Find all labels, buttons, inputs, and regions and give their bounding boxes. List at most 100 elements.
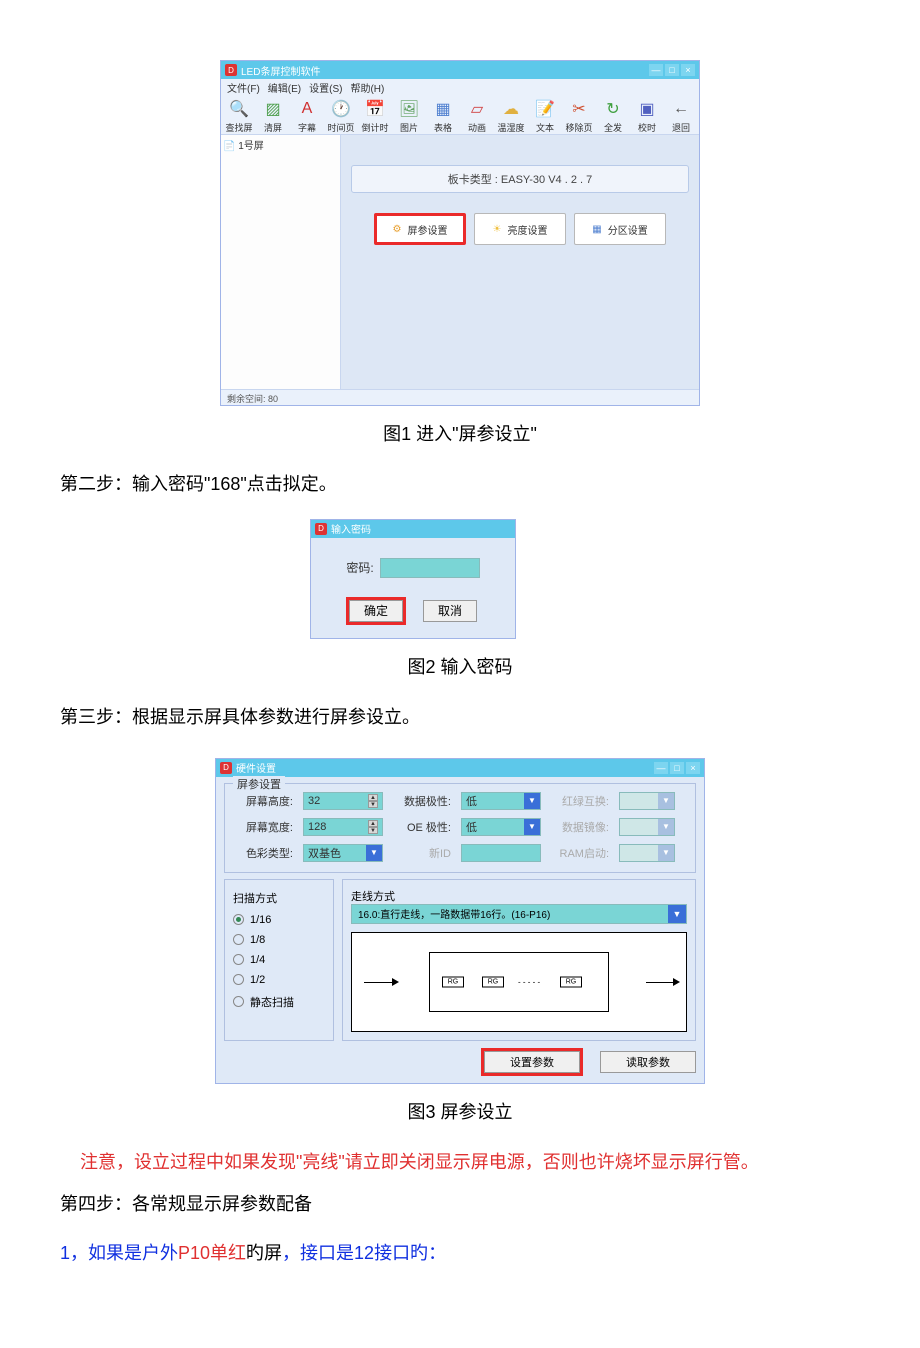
scan-radio-1-8[interactable]: 1/8 [233, 934, 325, 946]
step4-note: 1，如果是户外P10单红旳屏，接口是12接口旳： [60, 1239, 860, 1268]
figure2-caption: 图2 输入密码 [60, 653, 860, 679]
spin-down-icon[interactable]: ▼ [368, 801, 378, 808]
radio-dot-icon [233, 914, 244, 925]
mirror-select: ▼ [619, 818, 675, 836]
step3-text: 第三步：根据显示屏具体参数进行屏参设立。 [60, 703, 860, 732]
newid-label: 新ID [393, 845, 451, 861]
cancel-button[interactable]: 取消 [423, 600, 477, 622]
spin-up-icon[interactable]: ▲ [368, 794, 378, 801]
toolbar-icon: ← [669, 97, 693, 121]
gear-icon: ⚙ [393, 224, 402, 235]
toolbar-button-9[interactable]: 📝文本 [529, 97, 561, 134]
width-input[interactable]: 128 ▲▼ [303, 818, 383, 836]
toolbar-icon: ☁ [499, 97, 523, 121]
toolbar-icon: ↻ [601, 97, 625, 121]
toolbar-icon: ✂ [567, 97, 591, 121]
menu-settings[interactable]: 设置(S) [309, 80, 342, 95]
menu-help[interactable]: 帮助(H) [350, 80, 384, 95]
spin-up-icon[interactable]: ▲ [368, 820, 378, 827]
step4-text: 第四步：各常规显示屏参数配备 [60, 1190, 860, 1219]
chevron-down-icon[interactable]: ▼ [668, 905, 686, 923]
route-select[interactable]: 16.0:直行走线，一路数据带16行。(16-P16) ▼ [351, 904, 687, 924]
password-label: 密码: [346, 559, 373, 576]
toolbar-button-11[interactable]: ↻全发 [597, 97, 629, 134]
board-type-label: 板卡类型 : EASY-30 V4 . 2 . 7 [351, 165, 689, 193]
toolbar-button-3[interactable]: 🕐时间页 [325, 97, 357, 134]
radio-dot-icon [233, 974, 244, 985]
tree-item[interactable]: 📄 1号屏 [223, 141, 264, 152]
rg-box: RG [560, 976, 582, 987]
scan-radio-1-4[interactable]: 1/4 [233, 954, 325, 966]
area-button[interactable]: ▦ 分区设置 [574, 213, 666, 245]
datapol-select[interactable]: 低 ▼ [461, 792, 541, 810]
rgswap-label: 红绿互换: [551, 793, 609, 809]
pwd-title: 输入密码 [331, 521, 371, 536]
grid-icon: ▦ [592, 224, 601, 235]
read-params-button[interactable]: 读取参数 [600, 1051, 696, 1073]
toolbar-button-13[interactable]: ←退回 [665, 97, 697, 134]
maximize-button[interactable]: □ [670, 762, 684, 774]
status-bar: 剩余空间: 80 [221, 389, 699, 405]
toolbar-button-6[interactable]: ▦表格 [427, 97, 459, 134]
scan-radio-静态扫描[interactable]: 静态扫描 [233, 994, 325, 1010]
maximize-button[interactable]: □ [665, 64, 679, 76]
toolbar-button-4[interactable]: 📅倒计时 [359, 97, 391, 134]
rgswap-select: ▼ [619, 792, 675, 810]
menu-file[interactable]: 文件(F) [227, 80, 260, 95]
ram-select: ▼ [619, 844, 675, 862]
chevron-down-icon: ▼ [658, 819, 674, 835]
route-diagram: RG RG - - - - - RG [351, 932, 687, 1032]
close-button[interactable]: × [681, 64, 695, 76]
param-fieldset: 屏参设置 屏幕高度: 32 ▲▼ 数据极性: 低 ▼ 红绿互换: ▼ 屏幕宽度: [224, 783, 696, 873]
pwd-titlebar: D 输入密码 [311, 520, 515, 538]
toolbar-button-8[interactable]: ☁温湿度 [495, 97, 527, 134]
scan-fieldset: 扫描方式 1/161/81/41/2静态扫描 [224, 879, 334, 1041]
color-label: 色彩类型: [235, 845, 293, 861]
close-button[interactable]: × [686, 762, 700, 774]
minimize-button[interactable]: — [649, 64, 663, 76]
chevron-down-icon[interactable]: ▼ [524, 819, 540, 835]
color-select[interactable]: 双基色 ▼ [303, 844, 383, 862]
scan-radio-1-16[interactable]: 1/16 [233, 914, 325, 926]
rg-box: RG [442, 976, 464, 987]
toolbar-icon: 🖼 [397, 97, 421, 121]
main-panel: 板卡类型 : EASY-30 V4 . 2 . 7 ⚙ 屏参设置 ☀ 亮度设置 … [341, 135, 699, 389]
toolbar-button-5[interactable]: 🖼图片 [393, 97, 425, 134]
radio-dot-icon [233, 996, 244, 1007]
toolbar-button-2[interactable]: A字幕 [291, 97, 323, 134]
set-params-button[interactable]: 设置参数 [484, 1051, 580, 1073]
oe-select[interactable]: 低 ▼ [461, 818, 541, 836]
newid-input [461, 844, 541, 862]
chevron-down-icon[interactable]: ▼ [366, 845, 382, 861]
brightness-button[interactable]: ☀ 亮度设置 [474, 213, 566, 245]
ram-label: RAM启动: [551, 845, 609, 861]
datapol-label: 数据极性: [393, 793, 451, 809]
hardware-dialog: D 硬件设置 — □ × 屏参设置 屏幕高度: 32 ▲▼ 数据极性: 低 ▼ … [215, 758, 705, 1084]
toolbar-button-7[interactable]: ▱动画 [461, 97, 493, 134]
menu-edit[interactable]: 编辑(E) [268, 80, 301, 95]
ok-button[interactable]: 确定 [349, 600, 403, 622]
toolbar-button-10[interactable]: ✂移除页 [563, 97, 595, 134]
password-input[interactable] [380, 558, 480, 578]
param-legend: 屏参设置 [233, 776, 285, 792]
toolbar-icon: ▣ [635, 97, 659, 121]
spin-down-icon[interactable]: ▼ [368, 827, 378, 834]
screen-param-button[interactable]: ⚙ 屏参设置 [374, 213, 466, 245]
scan-radio-1-2[interactable]: 1/2 [233, 974, 325, 986]
toolbar-button-12[interactable]: ▣校时 [631, 97, 663, 134]
height-input[interactable]: 32 ▲▼ [303, 792, 383, 810]
route-fieldset: 走线方式 16.0:直行走线，一路数据带16行。(16-P16) ▼ RG RG… [342, 879, 696, 1041]
toolbar-icon: A [295, 97, 319, 121]
sun-icon: ☀ [493, 224, 502, 235]
toolbar-button-0[interactable]: 🔍查找屏 [223, 97, 255, 134]
minimize-button[interactable]: — [654, 762, 668, 774]
route-legend: 走线方式 [351, 891, 395, 903]
width-label: 屏幕宽度: [235, 819, 293, 835]
chevron-down-icon[interactable]: ▼ [524, 793, 540, 809]
app-window: D LED条屏控制软件 — □ × 文件(F) 编辑(E) 设置(S) 帮助(H… [220, 60, 700, 406]
tree-panel: 📄 1号屏 [221, 135, 341, 389]
chevron-down-icon: ▼ [658, 845, 674, 861]
toolbar-icon: 🕐 [329, 97, 353, 121]
chevron-down-icon: ▼ [658, 793, 674, 809]
toolbar-button-1[interactable]: ▨清屏 [257, 97, 289, 134]
